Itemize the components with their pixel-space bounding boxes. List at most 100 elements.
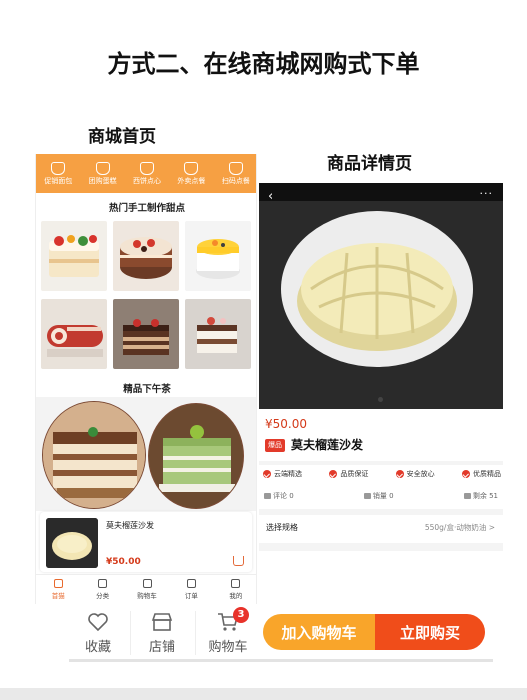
assurance-label: 品质保证 xyxy=(340,470,369,478)
sales-count: 销量 0 xyxy=(363,491,394,501)
category-scan-order[interactable]: 扫码点餐 xyxy=(214,154,256,193)
tab-cart[interactable]: 购物车 xyxy=(125,575,169,604)
spec-label[interactable]: 选择规格 xyxy=(266,522,298,533)
heart-icon xyxy=(463,493,471,499)
comment-icon xyxy=(264,493,271,499)
tab-label: 分类 xyxy=(96,592,110,600)
buy-now-button[interactable]: 立即购买 xyxy=(375,614,485,650)
assurance-item: 品质保证 xyxy=(329,469,368,479)
store-label: 店铺 xyxy=(148,639,175,655)
assurance-label: 优质精品 xyxy=(472,470,501,478)
durian-cake-image xyxy=(259,201,503,409)
hot-badge: 爆品 xyxy=(265,439,285,452)
product-name: 莫夫榴莲沙发 xyxy=(106,521,154,530)
divider xyxy=(259,509,503,515)
check-icon xyxy=(395,470,404,478)
afternoon-tea-banner[interactable] xyxy=(36,397,256,511)
divider xyxy=(130,611,131,655)
category-label: 团购蛋糕 xyxy=(88,176,117,185)
user-icon xyxy=(231,579,241,588)
check-icon xyxy=(329,470,338,478)
dessert-image[interactable] xyxy=(113,221,179,291)
takeout-icon xyxy=(184,161,199,175)
assurance-item: 云端精选 xyxy=(263,469,302,479)
assurance-label: 安全放心 xyxy=(406,470,435,478)
product-hero-image[interactable]: ‹ ··· xyxy=(259,183,503,409)
assurance-row: 云端精选 品质保证 安全放心 优质精品 xyxy=(263,469,501,479)
review-count: 评论 0 xyxy=(264,491,294,501)
divider xyxy=(195,611,196,655)
add-cart-icon[interactable] xyxy=(233,556,244,566)
assurance-item: 安全放心 xyxy=(395,469,435,479)
category-label: 西饼点心 xyxy=(133,176,162,185)
mall-home-title: 商城首页 xyxy=(88,127,156,147)
cart-label: 购物车 xyxy=(208,639,248,655)
bread-icon xyxy=(51,161,66,175)
order-icon xyxy=(186,579,196,588)
category-bar: 促销面包 团购蛋糕 西饼点心 外卖点餐 扫码点餐 xyxy=(36,154,256,193)
cart-icon xyxy=(142,579,152,588)
action-bar-shadow xyxy=(69,659,493,662)
category-promo-bread[interactable]: 促销面包 xyxy=(36,154,80,193)
pastry-icon xyxy=(140,161,155,175)
carousel-indicator[interactable] xyxy=(378,397,383,402)
tab-label: 首猫 xyxy=(51,592,65,600)
afternoon-tea-heading: 精品下午茶 xyxy=(123,384,171,395)
category-group-cake[interactable]: 团购蛋糕 xyxy=(80,154,124,193)
favorite-label: 收藏 xyxy=(84,639,111,655)
store-button[interactable]: 店铺 xyxy=(133,605,191,661)
detail-price: ¥50.00 xyxy=(265,417,307,431)
tab-label: 订单 xyxy=(184,592,198,600)
category-label: 扫码点餐 xyxy=(221,176,250,185)
sales-text: 销量 0 xyxy=(372,492,394,500)
bag-icon xyxy=(363,493,371,499)
dessert-image[interactable] xyxy=(185,299,251,369)
divider xyxy=(259,461,503,465)
page: 方式二、在线商城网购式下单 商城首页 商品详情页 促销面包 团购蛋糕 西饼点心 … xyxy=(0,0,527,700)
category-label: 促销面包 xyxy=(44,176,73,185)
divider xyxy=(259,543,503,551)
home-icon xyxy=(53,579,63,588)
add-to-cart-button[interactable]: 加入购物车 xyxy=(263,614,375,650)
category-label: 外卖点餐 xyxy=(177,176,206,185)
dessert-image[interactable] xyxy=(41,299,107,369)
tiramisu-image xyxy=(42,401,146,509)
store-icon xyxy=(151,612,173,631)
stock-count: 剩余 51 xyxy=(463,491,498,501)
cart-count-badge: 3 xyxy=(233,607,249,623)
check-icon xyxy=(461,470,470,478)
cake-icon xyxy=(95,161,110,175)
tab-category[interactable]: 分类 xyxy=(80,575,124,604)
stock-text: 剩余 51 xyxy=(472,492,498,500)
mall-home-screen: 促销面包 团购蛋糕 西饼点心 外卖点餐 扫码点餐 热门手工制作甜点 精品下午茶 … xyxy=(35,154,257,604)
stats-row: 评论 0 销量 0 剩余 51 xyxy=(264,491,498,501)
assurance-label: 云端精选 xyxy=(274,470,302,478)
purchase-action-bar: 收藏 店铺 购物车 3 加入购物车 立即购买 xyxy=(69,605,493,661)
main-title: 方式二、在线商城网购式下单 xyxy=(107,50,420,78)
category-takeout[interactable]: 外卖点餐 xyxy=(169,154,213,193)
category-icon xyxy=(98,579,108,588)
spec-value[interactable]: 550g/盒·动物奶油 > xyxy=(425,522,495,533)
tab-profile[interactable]: 我的 xyxy=(214,575,256,604)
tab-home[interactable]: 首猫 xyxy=(36,575,80,604)
product-card[interactable]: 莫夫榴莲沙发 ¥50.00 xyxy=(40,512,252,572)
tab-label: 购物车 xyxy=(137,592,157,600)
dessert-image[interactable] xyxy=(113,299,179,369)
product-thumbnail xyxy=(46,518,98,568)
category-pastry[interactable]: 西饼点心 xyxy=(125,154,169,193)
review-text: 评论 0 xyxy=(273,492,294,500)
product-detail-title: 商品详情页 xyxy=(327,154,412,174)
heart-icon xyxy=(88,612,108,631)
tab-orders[interactable]: 订单 xyxy=(169,575,213,604)
dessert-image[interactable] xyxy=(41,221,107,291)
check-icon xyxy=(263,470,271,478)
dessert-image[interactable] xyxy=(185,221,251,291)
product-price: ¥50.00 xyxy=(106,557,141,567)
hot-desserts-heading: 热门手工制作甜点 xyxy=(108,203,185,214)
scan-icon xyxy=(228,161,243,175)
cart-button[interactable]: 购物车 3 xyxy=(199,605,257,661)
product-detail-screen: ‹ ··· ¥50.00 爆品 莫夫榴莲沙发 云端精选 品质保证 安全放心 优质… xyxy=(259,183,503,551)
tab-label: 我的 xyxy=(229,592,243,600)
favorite-button[interactable]: 收藏 xyxy=(69,605,127,661)
bottom-tab-bar: 首猫 分类 购物车 订单 我的 xyxy=(36,574,256,604)
